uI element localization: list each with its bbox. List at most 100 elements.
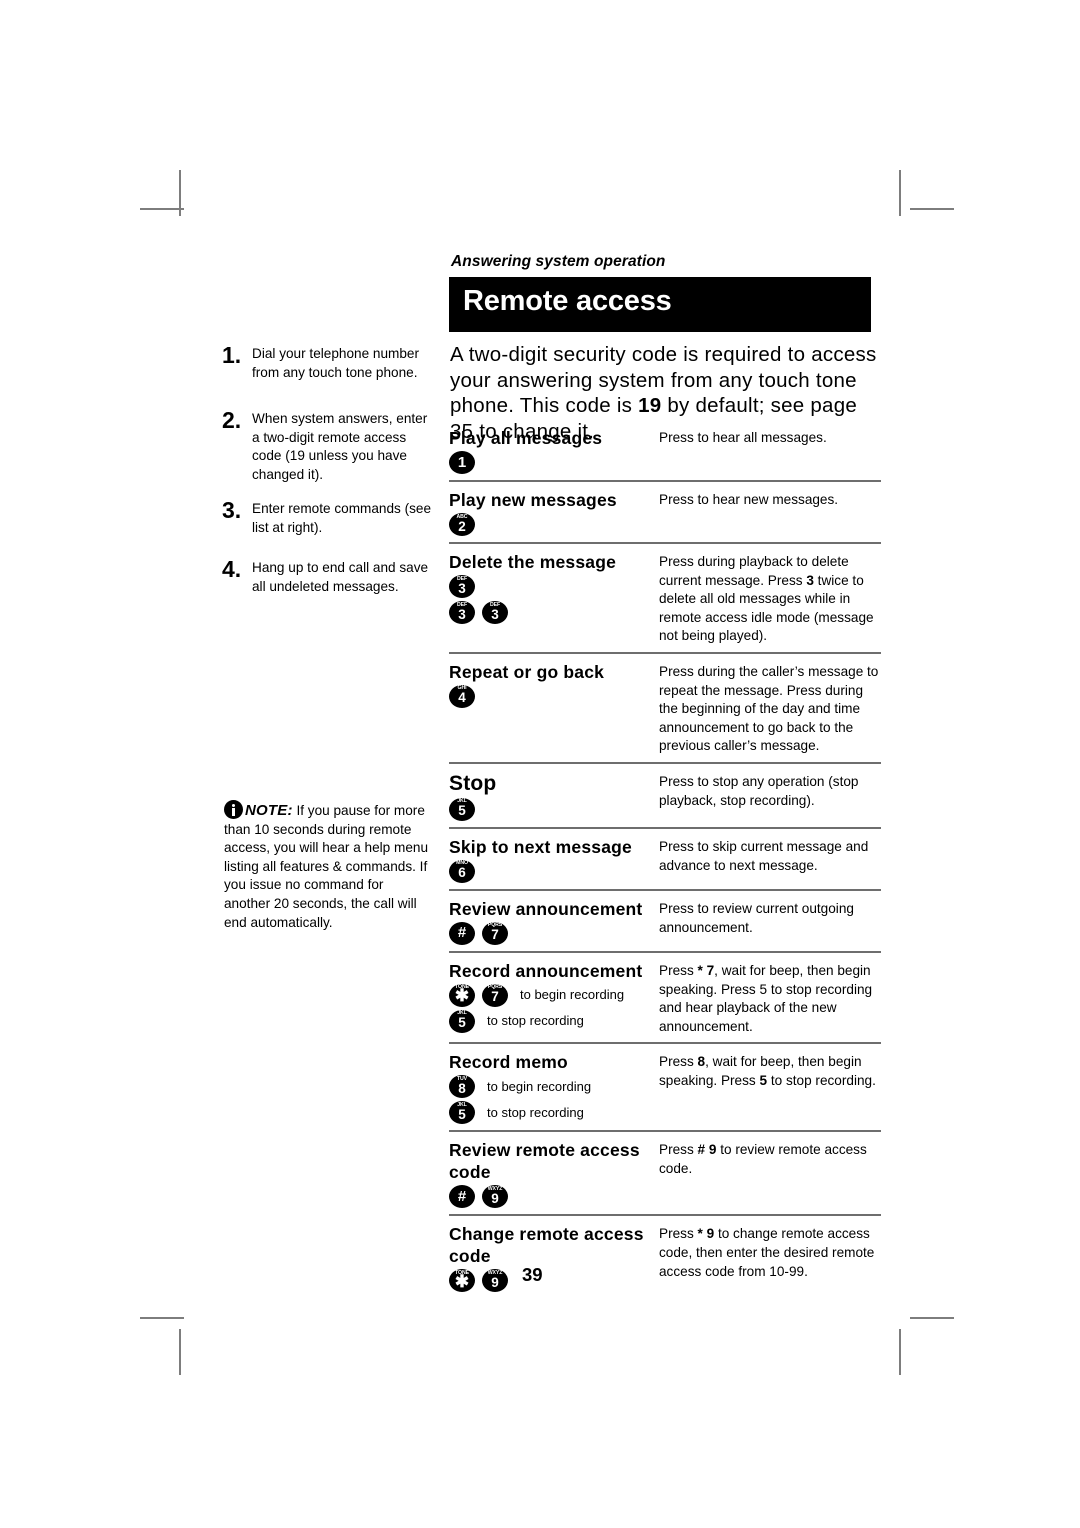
- phone-key-6-icon: MNO 6: [449, 859, 475, 883]
- info-icon: [224, 800, 243, 819]
- description-text: Press during the caller’s message to rep…: [659, 663, 879, 754]
- command-description: Press 8, wait for beep, then begin speak…: [655, 1051, 881, 1090]
- step-text: Enter remote commands (see list at right…: [252, 501, 432, 535]
- command-label-cell: Stop JKL 5: [449, 771, 655, 821]
- description-text: Press to stop any operation (stop playba…: [659, 773, 859, 808]
- command-description: Press during playback to delete current …: [655, 551, 881, 646]
- command-row: Play new messages ABC 2 Press to hear new m…: [449, 480, 881, 542]
- command-title: Play all messages: [449, 428, 603, 448]
- command-label-cell: Repeat or go back GHI 4: [449, 661, 655, 708]
- step-item: 2. When system answers, enter a two-digit…: [222, 407, 437, 484]
- phone-key-5-icon: JKL 5: [449, 1009, 475, 1033]
- key-digit: ✱: [454, 986, 470, 1006]
- command-title: Play new messages: [449, 490, 617, 510]
- step-text: Dial your telephone number from any touc…: [252, 346, 420, 380]
- phone-key-5-icon: JKL 5: [449, 797, 475, 821]
- description-emphasis: * 7: [697, 962, 715, 978]
- key-digit: 7: [491, 927, 499, 943]
- key-sequence: GHI 4: [449, 684, 651, 708]
- command-row: Skip to next message MNO 6 Press to skip cu…: [449, 826, 881, 889]
- command-description: Press * 7, wait for beep, then begin spe…: [655, 960, 881, 1036]
- key-sequence: # WXYZ 9: [449, 1185, 651, 1209]
- key-digit: 1: [457, 453, 467, 471]
- command-row: Review remote access code # WXYZ 9 Press # 9…: [449, 1130, 881, 1214]
- key-sequence: 1: [449, 451, 651, 474]
- description-emphasis: 3: [806, 572, 814, 588]
- phone-key-7-icon: PQRS 7: [482, 921, 508, 945]
- command-description: Press # 9 to review remote access code.: [655, 1139, 881, 1178]
- description-text: Press: [659, 1226, 698, 1242]
- command-title: Record memo: [449, 1052, 568, 1073]
- key-digit: #: [457, 924, 467, 942]
- key-digit: 3: [458, 606, 466, 622]
- key-sequence-note: to stop recording: [487, 1013, 584, 1029]
- command-description: Press during the caller’s message to rep…: [655, 661, 881, 756]
- step-text: Hang up to end call and save all undelet…: [252, 560, 429, 594]
- phone-key-5-icon: JKL 5: [449, 1101, 475, 1125]
- key-sequence: JKL 5 to stop recording: [449, 1101, 651, 1125]
- command-row: Record announcement TONE ✱ PQRS 7 to begin re…: [449, 950, 881, 1042]
- key-sequence: MNO 6: [449, 859, 651, 883]
- description-text: to stop recording.: [767, 1072, 876, 1088]
- step-number: 2.: [222, 407, 242, 433]
- step-item: 1. Dial your telephone number from any to…: [222, 342, 437, 382]
- page-title: Remote access: [463, 285, 672, 317]
- phone-key-hash-icon: #: [449, 1185, 475, 1209]
- cropmark-bottom-left-horizontal: [140, 1317, 184, 1319]
- key-sequence-note: to begin recording: [487, 1078, 592, 1094]
- command-label-cell: Play new messages ABC 2: [449, 489, 655, 536]
- command-label-cell: Review remote access code # WXYZ 9: [449, 1139, 655, 1209]
- phone-key-1-icon: 1: [449, 451, 475, 474]
- key-sequence: DEF 3: [449, 575, 651, 598]
- phone-key-4-icon: GHI 4: [449, 684, 475, 708]
- key-digit: 9: [491, 1274, 499, 1290]
- phone-key-2-icon: ABC 2: [449, 513, 475, 536]
- command-label-cell: Delete the message DEF 3 DEF 3 DEF 3: [449, 551, 655, 624]
- command-title: Review remote access code: [449, 1140, 640, 1183]
- command-description: Press to skip current message and advanc…: [655, 836, 881, 875]
- remote-command-table: Play all messages 1 Press to hear all mess…: [449, 424, 881, 1298]
- command-label-cell: Review announcement # PQRS 7: [449, 898, 655, 945]
- step-number: 3.: [222, 497, 242, 523]
- command-description: Press to review current outgoing announc…: [655, 898, 881, 937]
- command-title: Skip to next message: [449, 836, 632, 857]
- key-digit: 6: [458, 865, 466, 881]
- cropmark-top-right-horizontal: [910, 208, 954, 210]
- step-text: When system answers, enter a two-digit r…: [252, 411, 428, 482]
- manual-page: Answering system operation Remote access…: [0, 0, 1080, 1528]
- description-emphasis: 5: [759, 1072, 768, 1088]
- command-row: Record memo TUV 8 to begin recording JKL 5 to …: [449, 1042, 881, 1130]
- command-description: Press to stop any operation (stop playba…: [655, 771, 881, 810]
- key-digit: 2: [458, 518, 466, 534]
- phone-key-3-icon: DEF 3: [449, 601, 475, 624]
- key-digit: 5: [458, 1106, 466, 1122]
- command-label-cell: Change remote access code TONE ✱ WXYZ 9: [449, 1223, 655, 1293]
- phone-key-star-icon: TONE ✱: [449, 1269, 475, 1293]
- description-emphasis: # 9: [697, 1142, 717, 1158]
- key-sequence-note: to stop recording: [487, 1104, 584, 1120]
- section-title-band: Remote access: [449, 277, 871, 332]
- command-description: Press * 9 to change remote access code, …: [655, 1223, 881, 1281]
- description-emphasis: * 9: [697, 1226, 715, 1242]
- command-row: Delete the message DEF 3 DEF 3 DEF 3 Press duri…: [449, 542, 881, 652]
- command-title: Stop: [449, 771, 497, 795]
- note-block: NOTE: If you pause for more than 10 seco…: [224, 800, 432, 932]
- key-digit: #: [457, 1187, 467, 1205]
- command-row: Review announcement # PQRS 7 Press to review…: [449, 888, 881, 951]
- cropmark-top-left-horizontal: [140, 208, 184, 210]
- description-text: Press: [659, 962, 698, 978]
- key-sequence-note: to begin recording: [520, 987, 625, 1003]
- step-item: 4. Hang up to end call and save all undel…: [222, 556, 437, 596]
- steps-list: 1. Dial your telephone number from any to…: [222, 342, 437, 612]
- key-digit: 8: [458, 1080, 466, 1096]
- key-digit: 3: [491, 606, 499, 622]
- key-digit: 3: [458, 580, 466, 596]
- command-row: Play all messages 1 Press to hear all mess…: [449, 424, 881, 480]
- key-sequence: TUV 8 to begin recording: [449, 1075, 651, 1099]
- key-digit: 5: [458, 803, 466, 819]
- key-digit: 4: [458, 690, 466, 706]
- phone-key-hash-icon: #: [449, 921, 475, 945]
- key-sequence: DEF 3 DEF 3: [449, 601, 651, 624]
- key-sequence: TONE ✱ PQRS 7 to begin recording: [449, 983, 651, 1007]
- key-digit: 9: [491, 1190, 499, 1206]
